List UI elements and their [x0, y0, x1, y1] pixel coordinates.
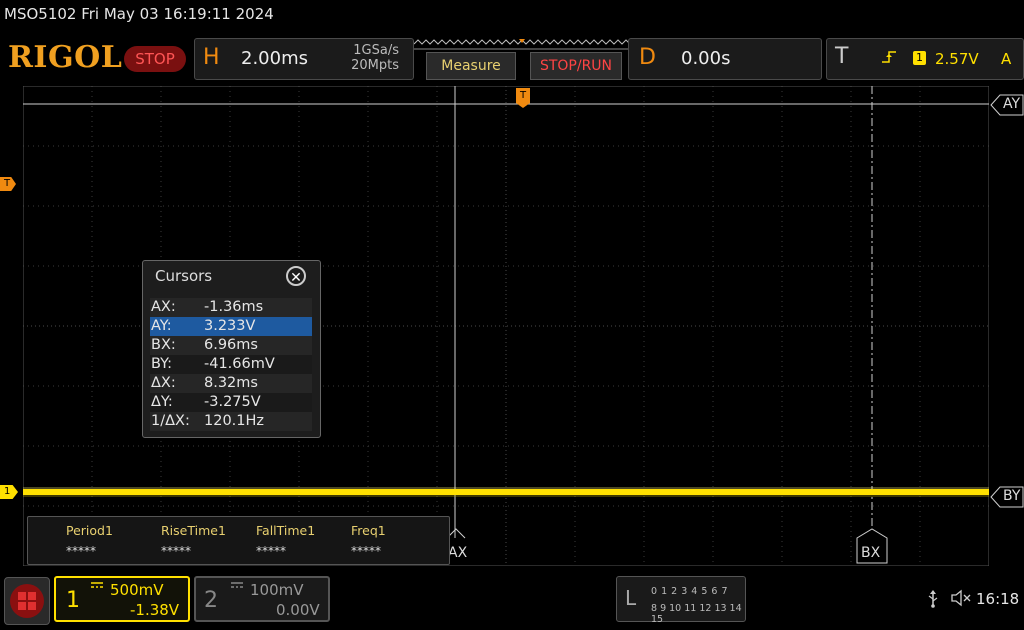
cursor-row[interactable]: AY: 3.233V: [150, 317, 312, 336]
timebase-value: 2.00ms: [241, 48, 308, 69]
delay-letter: D: [639, 45, 656, 70]
measurement-value: *****: [351, 544, 381, 558]
channel2-scale: 100mV: [250, 581, 304, 599]
memory-depth: 20Mpts: [351, 58, 399, 73]
measurement-value: *****: [256, 544, 286, 558]
logic-channels-high: 8 9 10 11 12 13 14 15: [651, 603, 742, 625]
cursor-row[interactable]: AX: -1.36ms: [150, 298, 312, 317]
horizontal-letter: H: [203, 45, 220, 70]
cursor-by-label: BY: [1003, 488, 1021, 504]
cursor-ay-label: AY: [1003, 96, 1021, 112]
measurement-value: *****: [66, 544, 96, 558]
cursor-row-value: 120.1Hz: [204, 413, 265, 429]
cursor-row-value: 3.233V: [204, 318, 256, 334]
trigger-level: 2.57V: [935, 50, 979, 68]
dc-coupling-icon: [231, 582, 243, 588]
channel1-trace: [23, 489, 989, 495]
measurement-item[interactable]: Freq1 *****: [351, 523, 441, 558]
memory-position-bar: [414, 39, 634, 50]
cursor-row[interactable]: BY: -41.66mV: [150, 355, 312, 374]
channel2-offset: 0.00V: [276, 601, 320, 619]
channel2-number: 2: [204, 588, 218, 613]
stop-run-button[interactable]: STOP/RUN: [530, 52, 622, 80]
menu-grid-icon: [10, 584, 44, 618]
horizontal-panel[interactable]: H 2.00ms 1GSa/s 20Mpts: [194, 38, 414, 80]
main-menu-button[interactable]: [4, 577, 50, 625]
logic-letter: L: [625, 586, 637, 610]
trigger-source-badge: 1: [913, 51, 926, 65]
cursor-by-tag[interactable]: BY: [990, 486, 1024, 508]
measurement-name: RiseTime1: [161, 523, 226, 538]
trigger-mode: A: [1001, 50, 1012, 68]
cursors-panel[interactable]: Cursors ✕ AX: -1.36ms AY: 3.233V BX: 6.96ms BY…: [142, 260, 321, 438]
channel1-number: 1: [66, 588, 80, 613]
cursor-row-value: -1.36ms: [204, 299, 264, 315]
measurement-item[interactable]: Period1 *****: [66, 523, 156, 558]
cursor-row[interactable]: BX: 6.96ms: [150, 336, 312, 355]
channel1-offset-marker[interactable]: 1: [0, 485, 18, 499]
brand-logo: RIGOL: [8, 40, 123, 75]
cursor-row-key: BY:: [151, 356, 172, 372]
logic-analyzer-settings[interactable]: L 0 1 2 3 4 5 6 7 8 9 10 11 12 13 14 15: [616, 576, 746, 625]
cursor-row-value: -3.275V: [204, 394, 261, 410]
measurement-item[interactable]: RiseTime1 *****: [161, 523, 251, 558]
measurement-bar[interactable]: Period1 ***** RiseTime1 ***** FallTime1 *****…: [27, 516, 450, 565]
measurement-name: FallTime1: [256, 523, 316, 538]
acquisition-info: 1GSa/s 20Mpts: [343, 43, 399, 73]
cursor-row-value: -41.66mV: [204, 356, 275, 372]
cursor-row-value: 6.96ms: [204, 337, 258, 353]
channel1-settings[interactable]: 1 500mV -1.38V: [54, 576, 190, 622]
trigger-level-marker[interactable]: T: [0, 177, 16, 191]
usb-icon: [928, 590, 938, 608]
cursor-bx-label: BX: [861, 545, 881, 561]
close-icon[interactable]: ✕: [286, 266, 306, 286]
measurement-name: Freq1: [351, 523, 386, 538]
cursors-title: Cursors: [155, 267, 213, 285]
sample-rate: 1GSa/s: [353, 43, 399, 58]
cursor-row-key: ΔX:: [151, 375, 176, 391]
cursor-readout-table: AX: -1.36ms AY: 3.233V BX: 6.96ms BY: -41.66mV Δ…: [150, 298, 312, 431]
rising-edge-icon: [882, 51, 896, 63]
trigger-panel[interactable]: T 1 2.57V A: [826, 38, 1024, 80]
cursor-row-value: 8.32ms: [204, 375, 258, 391]
cursor-row[interactable]: ΔY: -3.275V: [150, 393, 312, 412]
cursor-row-key: BX:: [151, 337, 176, 353]
measurement-value: *****: [161, 544, 191, 558]
logic-channels-low: 0 1 2 3 4 5 6 7: [651, 586, 728, 597]
speaker-muted-icon[interactable]: [950, 589, 972, 607]
cursor-row[interactable]: 1/ΔX: 120.1Hz: [150, 412, 312, 431]
channel1-offset: -1.38V: [130, 601, 180, 619]
dc-coupling-icon: [91, 582, 103, 588]
cursor-row[interactable]: ΔX: 8.32ms: [150, 374, 312, 393]
measurement-item[interactable]: FallTime1 *****: [256, 523, 346, 558]
cursor-row-key: AX:: [151, 299, 176, 315]
measurement-name: Period1: [66, 523, 113, 538]
run-state-badge[interactable]: STOP: [124, 46, 186, 72]
delay-value: 0.00s: [681, 48, 731, 69]
cursor-row-key: 1/ΔX:: [151, 413, 190, 429]
channel2-settings[interactable]: 2 100mV 0.00V: [194, 576, 330, 622]
cursor-row-key: ΔY:: [151, 394, 173, 410]
trigger-letter: T: [835, 44, 849, 69]
delay-panel[interactable]: D 0.00s: [628, 38, 822, 80]
status-line: MSO5102 Fri May 03 16:19:11 2024: [4, 5, 274, 23]
cursor-ay-tag[interactable]: AY: [990, 94, 1024, 116]
system-clock: 16:18: [976, 590, 1020, 608]
cursor-row-key: AY:: [151, 318, 172, 334]
channel1-scale: 500mV: [110, 581, 164, 599]
measure-button[interactable]: Measure: [426, 52, 516, 80]
cursor-bx-tag[interactable]: BX: [856, 528, 888, 564]
cursor-ax-label: AX: [448, 545, 468, 561]
